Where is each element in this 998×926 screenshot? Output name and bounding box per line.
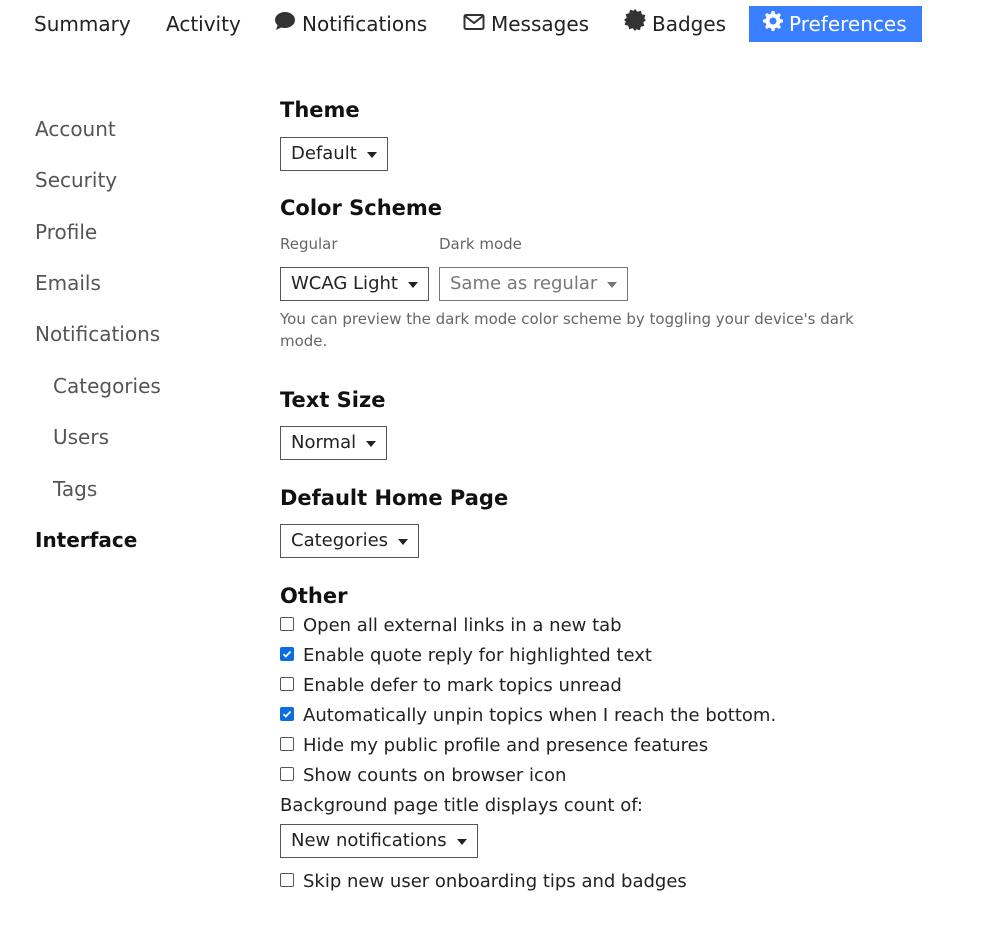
option-label: Automatically unpin topics when I reach … (303, 705, 777, 726)
checkbox-checked[interactable] (280, 707, 294, 721)
sidebar-item-account[interactable]: Account (35, 117, 116, 141)
checkmark-icon (282, 650, 292, 658)
tab-label: Activity (166, 12, 241, 36)
dark-scheme-value: Same as regular (450, 273, 598, 294)
sidebar-item-interface[interactable]: Interface (35, 528, 137, 552)
dark-scheme-label: Dark mode (439, 235, 522, 253)
sidebar-item-notifications[interactable]: Notifications (35, 322, 160, 346)
option-auto-unpin[interactable]: Automatically unpin topics when I reach … (280, 704, 776, 728)
checkbox[interactable] (280, 767, 294, 781)
sidebar-item-security[interactable]: Security (35, 168, 117, 192)
option-external-links[interactable]: Open all external links in a new tab (280, 614, 622, 638)
option-quote-reply[interactable]: Enable quote reply for highlighted text (280, 644, 652, 668)
tab-label: Badges (652, 12, 727, 36)
theme-select[interactable]: Default (280, 137, 388, 171)
title-count-select[interactable]: New notifications (280, 824, 478, 858)
title-count-label: Background page title displays count of: (280, 795, 643, 816)
tab-label: Notifications (302, 12, 428, 36)
other-heading: Other (280, 584, 348, 608)
checkbox[interactable] (280, 737, 294, 751)
option-label: Enable defer to mark topics unread (303, 675, 622, 696)
text-size-value: Normal (291, 432, 357, 453)
dark-scheme-select[interactable]: Same as regular (439, 267, 629, 301)
sidebar-item-emails[interactable]: Emails (35, 271, 101, 295)
tab-label: Messages (491, 12, 590, 36)
badge-icon (624, 6, 646, 42)
dark-mode-help-text: You can preview the dark mode color sche… (280, 310, 854, 350)
theme-heading: Theme (280, 98, 360, 122)
sidebar-item-categories[interactable]: Categories (53, 374, 161, 398)
color-scheme-heading: Color Scheme (280, 196, 443, 220)
text-size-select[interactable]: Normal (280, 426, 388, 460)
option-label: Enable quote reply for highlighted text (303, 645, 652, 666)
sidebar-item-tags[interactable]: Tags (53, 477, 97, 501)
option-label: Skip new user onboarding tips and badges (303, 871, 687, 892)
caret-down-icon (456, 839, 467, 845)
tab-messages[interactable]: Messages (463, 6, 589, 42)
tab-badges[interactable]: Badges (624, 6, 726, 42)
regular-scheme-select[interactable]: WCAG Light (280, 267, 429, 301)
tab-label: Preferences (789, 12, 907, 36)
option-label: Hide my public profile and presence feat… (303, 735, 709, 756)
home-page-value: Categories (291, 530, 389, 551)
tab-label: Summary (34, 12, 131, 36)
comment-icon (274, 6, 296, 42)
regular-scheme-label: Regular (280, 235, 338, 253)
tab-summary[interactable]: Summary (34, 6, 131, 42)
home-page-heading: Default Home Page (280, 486, 509, 510)
caret-down-icon (607, 282, 618, 288)
gear-icon (763, 6, 783, 42)
checkmark-icon (282, 710, 292, 718)
caret-down-icon (366, 152, 377, 158)
checkbox-checked[interactable] (280, 647, 294, 661)
regular-scheme-value: WCAG Light (291, 273, 398, 294)
tab-activity[interactable]: Activity (166, 6, 241, 42)
tab-preferences[interactable]: Preferences (749, 6, 922, 42)
sidebar-item-profile[interactable]: Profile (35, 220, 97, 244)
option-label: Open all external links in a new tab (303, 615, 622, 636)
caret-down-icon (366, 441, 377, 447)
checkbox[interactable] (280, 617, 294, 631)
envelope-icon (463, 6, 485, 42)
user-nav-tabs: Summary Activity Notifications Messages … (0, 6, 998, 42)
caret-down-icon (398, 539, 409, 545)
option-skip-onboarding[interactable]: Skip new user onboarding tips and badges (280, 870, 687, 894)
text-size-heading: Text Size (280, 388, 386, 412)
option-hide-profile[interactable]: Hide my public profile and presence feat… (280, 734, 708, 758)
title-count-value: New notifications (291, 830, 447, 851)
checkbox[interactable] (280, 677, 294, 691)
checkbox[interactable] (280, 873, 294, 887)
theme-select-value: Default (291, 143, 357, 164)
option-browser-icon-counts[interactable]: Show counts on browser icon (280, 764, 566, 788)
tab-notifications[interactable]: Notifications (274, 6, 427, 42)
option-label: Show counts on browser icon (303, 765, 567, 786)
caret-down-icon (407, 282, 418, 288)
home-page-select[interactable]: Categories (280, 524, 420, 558)
sidebar-item-users[interactable]: Users (53, 425, 109, 449)
option-defer-unread[interactable]: Enable defer to mark topics unread (280, 674, 622, 698)
